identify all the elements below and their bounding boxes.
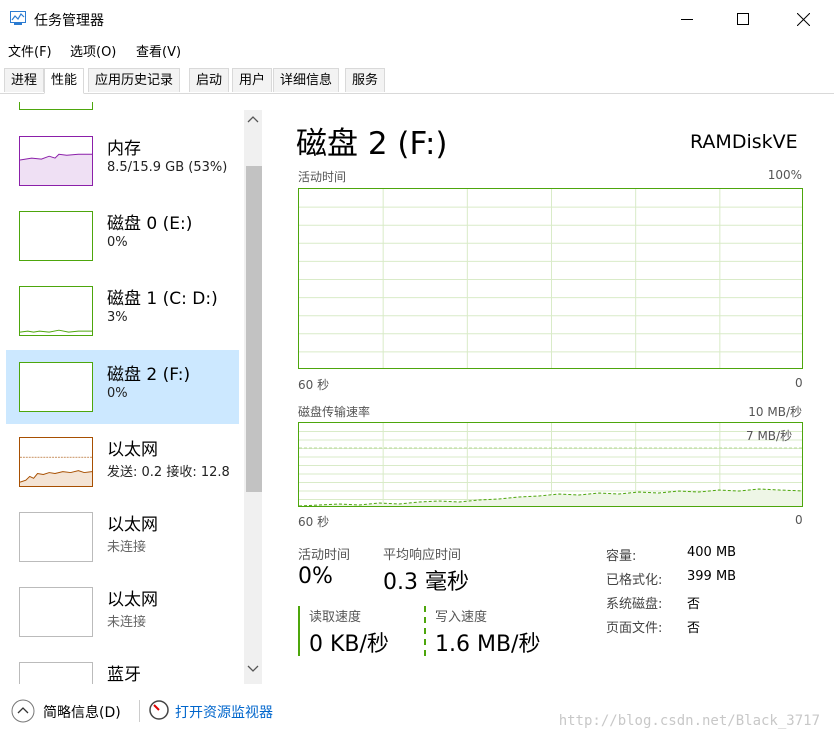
resource-sub: 0%: [107, 386, 128, 401]
system-disk-label: 系统磁盘:: [606, 597, 663, 612]
tab-details[interactable]: 详细信息: [273, 68, 340, 92]
ethernet-thumbnail: [19, 437, 93, 487]
resource-name: 磁盘 0 (E:): [107, 214, 193, 234]
scroll-down-icon[interactable]: [247, 664, 259, 674]
resource-bluetooth[interactable]: 蓝牙: [6, 650, 239, 684]
resource-name: 以太网: [107, 440, 158, 460]
graph2-max: 10 MB/秒: [748, 405, 802, 419]
menu-view[interactable]: 查看(V): [136, 41, 181, 60]
resource-ethernet-1[interactable]: 以太网 发送: 0.2 接收: 12.8: [6, 425, 239, 499]
resource-sub: 发送: 0.2 接收: 12.8: [107, 465, 230, 480]
tab-app-history[interactable]: 应用历史记录: [88, 68, 181, 92]
graph2-inner-scale: 7 MB/秒: [746, 429, 793, 443]
graph1-left-axis: 60 秒: [298, 378, 330, 392]
task-manager-app-icon: [10, 11, 26, 25]
response-time-label: 平均响应时间: [383, 548, 462, 563]
ethernet-thumbnail: [19, 587, 93, 637]
chevron-up-circle-icon[interactable]: [11, 699, 35, 723]
scrollbar-thumb[interactable]: [246, 166, 262, 492]
active-time-label: 活动时间: [298, 548, 351, 563]
window-title: 任务管理器: [34, 13, 104, 29]
resource-sub: 8.5/15.9 GB (53%): [107, 160, 228, 175]
divider: [139, 700, 140, 722]
resource-sub: 未连接: [107, 615, 147, 630]
resource-sub: 未连接: [107, 540, 147, 555]
graph2-right-axis: 0: [795, 513, 803, 527]
resource-ethernet-2[interactable]: 以太网 未连接: [6, 500, 239, 574]
resource-name: 内存: [107, 139, 141, 159]
page-file-label: 页面文件:: [606, 621, 663, 636]
write-speed-value: 1.6 MB/秒: [435, 632, 541, 657]
tab-services[interactable]: 服务: [345, 68, 386, 92]
maximize-button[interactable]: [720, 0, 766, 38]
resource-ethernet-3[interactable]: 以太网 未连接: [6, 575, 239, 649]
graph2-left-axis: 60 秒: [298, 515, 330, 529]
fewer-details-button[interactable]: 简略信息(D): [43, 702, 121, 722]
graph2-label: 磁盘传输速率: [298, 405, 371, 419]
minimize-icon: [681, 19, 693, 20]
graph1-label: 活动时间: [298, 170, 347, 184]
capacity-value: 400 MB: [687, 545, 737, 560]
capacity-label: 容量:: [606, 549, 637, 564]
resource-name: 磁盘 2 (F:): [107, 365, 191, 385]
write-speed-indicator: [424, 606, 426, 656]
disk0-thumbnail: [19, 211, 93, 261]
activity-graph: [298, 188, 803, 369]
disk-model: RAMDiskVE: [690, 131, 798, 153]
resource-disk-2[interactable]: 磁盘 2 (F:) 0%: [6, 350, 239, 424]
close-icon: [796, 12, 810, 26]
disk1-thumbnail: [19, 286, 93, 336]
active-time-value: 0%: [298, 564, 333, 589]
menu-options[interactable]: 选项(O): [70, 41, 116, 60]
resource-disk-1[interactable]: 磁盘 1 (C: D:) 3%: [6, 274, 239, 348]
transfer-rate-graph: [298, 422, 803, 507]
response-time-value: 0.3 毫秒: [383, 570, 469, 595]
formatted-label: 已格式化:: [606, 573, 663, 588]
open-resource-monitor-link[interactable]: 打开资源监视器: [175, 702, 273, 722]
read-speed-label: 读取速度: [309, 610, 362, 625]
system-disk-value: 否: [687, 597, 701, 612]
scroll-up-icon[interactable]: [247, 114, 259, 124]
resource-name: 以太网: [107, 590, 158, 610]
graph1-right-axis: 0: [795, 376, 803, 390]
resource-list: 内存 8.5/15.9 GB (53%) 磁盘 0 (E:) 0% 磁盘 1 (…: [0, 94, 264, 684]
page-file-value: 否: [687, 621, 701, 636]
bluetooth-thumbnail: [19, 662, 93, 684]
partial-thumb: [19, 102, 93, 110]
resource-monitor-icon: [149, 700, 169, 720]
write-speed-label: 写入速度: [435, 610, 488, 625]
formatted-value: 399 MB: [687, 569, 737, 584]
maximize-icon: [737, 13, 749, 25]
read-speed-indicator: [298, 606, 300, 656]
watermark: http://blog.csdn.net/Black_3717: [558, 713, 820, 729]
resource-name: 磁盘 1 (C: D:): [107, 289, 218, 309]
minimize-button[interactable]: [664, 0, 710, 38]
tab-startup[interactable]: 启动: [189, 68, 230, 92]
graph1-max: 100%: [767, 168, 802, 182]
memory-thumbnail: [19, 136, 93, 186]
ethernet-thumbnail: [19, 512, 93, 562]
resource-memory[interactable]: 内存 8.5/15.9 GB (53%): [6, 124, 239, 198]
read-speed-value: 0 KB/秒: [309, 632, 389, 657]
tab-processes[interactable]: 进程: [4, 68, 45, 92]
tab-users[interactable]: 用户: [232, 68, 273, 92]
resource-disk-0[interactable]: 磁盘 0 (E:) 0%: [6, 199, 239, 273]
disk-title: 磁盘 2 (F:): [296, 126, 448, 162]
tab-performance[interactable]: 性能: [44, 68, 85, 94]
resource-name: 蓝牙: [107, 665, 141, 684]
menu-bar: [0, 38, 834, 62]
resource-sub: 0%: [107, 235, 128, 250]
menu-file[interactable]: 文件(F): [8, 41, 52, 60]
resource-sub: 3%: [107, 310, 128, 325]
resource-name: 以太网: [107, 515, 158, 535]
disk2-thumbnail: [19, 362, 93, 412]
close-button[interactable]: [780, 0, 826, 38]
